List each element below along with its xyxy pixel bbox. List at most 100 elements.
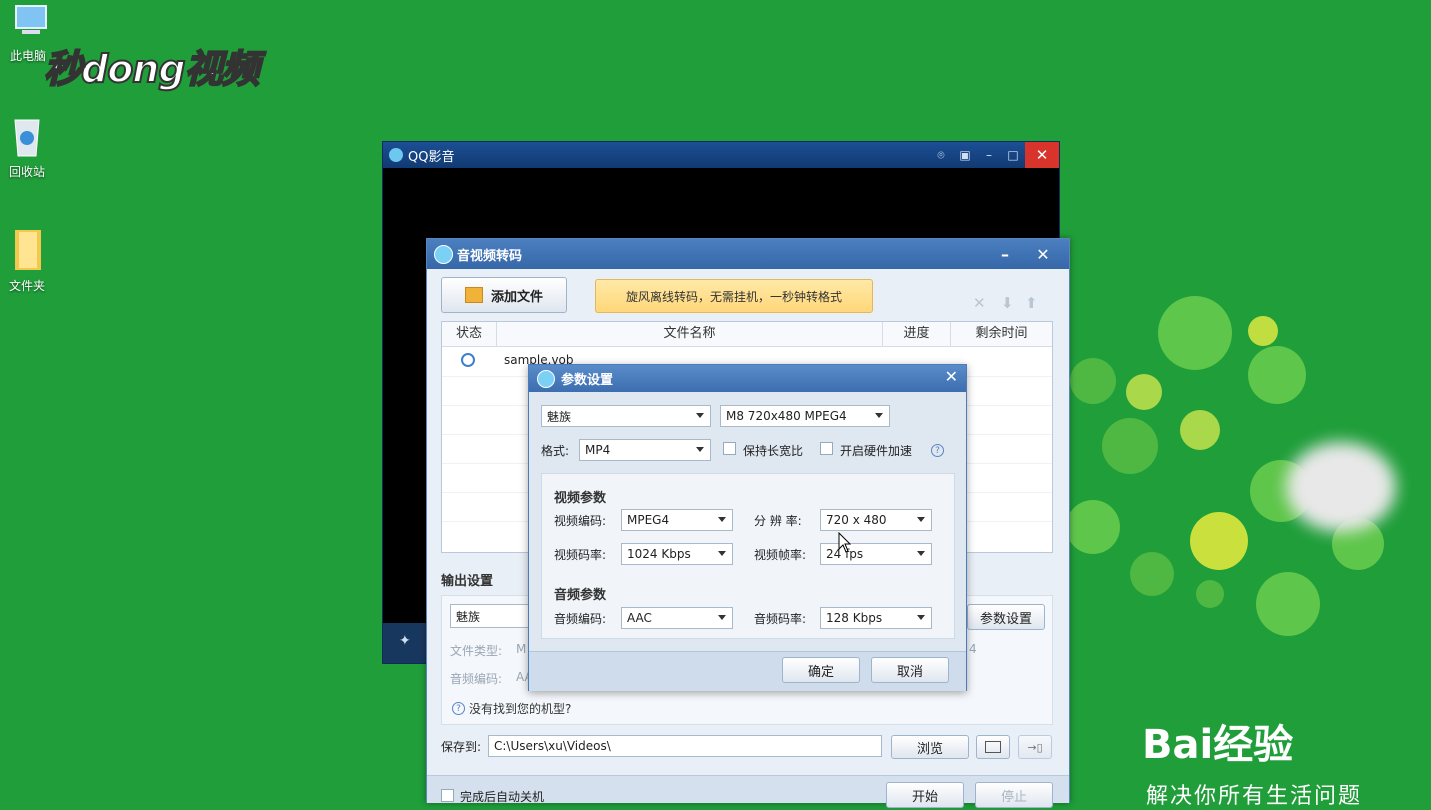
stop-button[interactable]: 停止	[975, 782, 1053, 808]
video-bitrate-select[interactable]: 1024 Kbps	[621, 543, 733, 565]
framerate-select[interactable]: 24 fps	[820, 543, 932, 565]
desktop-icon-folder[interactable]: 文件夹	[0, 226, 59, 294]
close-icon[interactable]: ✕	[1027, 239, 1059, 269]
format-label: 格式:	[541, 444, 570, 458]
open-folder-button[interactable]	[976, 735, 1010, 759]
output-device-select[interactable]: 魅族	[450, 604, 540, 628]
side-value: 4	[969, 642, 977, 656]
video-section-title: 视频参数	[554, 491, 607, 506]
export-device-button[interactable]: →▯	[1018, 735, 1052, 759]
help-icon[interactable]: ?	[931, 444, 944, 457]
model-value: M8 720x480 MPEG4	[726, 409, 847, 423]
column-header[interactable]: 状态	[442, 322, 497, 347]
transcoder-title: 音视频转码	[457, 248, 523, 264]
chevron-down-icon	[696, 413, 704, 418]
start-button[interactable]: 开始	[886, 782, 964, 808]
start-label: 开始	[911, 789, 938, 805]
params-panel: 视频参数 视频编码: MPEG4 分 辨 率: 720 x 480 视频码率: …	[541, 473, 955, 639]
keep-aspect-checkbox[interactable]	[723, 442, 736, 455]
qq-player-title: QQ影音	[408, 149, 455, 165]
folder-icon	[985, 741, 1001, 753]
save-path-value: C:\Users\xu\Videos\	[494, 739, 611, 753]
transcoder-logo-icon	[434, 245, 453, 264]
help-icon: ?	[452, 702, 465, 715]
device-value: 魅族	[547, 409, 572, 424]
mouse-cursor-icon	[838, 532, 852, 553]
format-value: MP4	[585, 443, 611, 457]
watermark-bottom-sub: 解决你所有生活问题	[1146, 784, 1363, 809]
close-icon[interactable]: ✕	[945, 367, 958, 386]
resolution-value: 720 x 480	[826, 513, 887, 527]
video-codec-label: 视频编码:	[554, 514, 607, 528]
add-file-button[interactable]: 添加文件	[441, 277, 567, 313]
promo-banner[interactable]: 旋风离线转码，无需挂机，一秒钟转格式	[595, 279, 873, 313]
audio-section-title: 音频参数	[554, 588, 607, 603]
export-icon: →▯	[1027, 740, 1043, 754]
watermark-bottom-text: Bai经验	[1142, 722, 1294, 768]
close-icon[interactable]: ✕	[1025, 142, 1059, 168]
cancel-label: 取消	[896, 664, 923, 680]
auto-shutdown-label: 完成后自动关机	[460, 790, 545, 804]
output-settings-title: 输出设置	[441, 574, 494, 589]
qq-logo-icon	[389, 148, 403, 162]
audio-codec-select[interactable]: AAC	[621, 607, 733, 629]
audio-bitrate-label: 音频码率:	[754, 612, 807, 626]
minimize-icon[interactable]: –	[989, 239, 1021, 269]
chevron-down-icon	[917, 551, 925, 556]
chevron-down-icon	[718, 551, 726, 556]
move-down-icon[interactable]: ⬇	[1001, 294, 1014, 312]
params-settings-label: 参数设置	[979, 611, 1032, 627]
column-header[interactable]: 文件名称	[497, 322, 883, 347]
resolution-select[interactable]: 720 x 480	[820, 509, 932, 531]
resolution-label: 分 辨 率:	[754, 514, 802, 528]
recycle-bin-icon	[14, 119, 40, 157]
browse-label: 浏览	[916, 741, 943, 757]
audio-bitrate-select[interactable]: 128 Kbps	[820, 607, 932, 629]
params-dialog: 参数设置 ✕ 魅族 M8 720x480 MPEG4 格式: MP4 保持长宽比…	[528, 364, 967, 691]
chevron-down-icon	[696, 447, 704, 452]
qq-player-bottom-bar: ✦	[383, 623, 427, 663]
audio-codec-value: AAC	[627, 611, 652, 625]
model-select[interactable]: M8 720x480 MPEG4	[720, 405, 890, 427]
audio-codec-label: 音频编码:	[554, 612, 607, 626]
pin-icon[interactable]: ⌾	[929, 142, 953, 168]
move-up-icon[interactable]: ⬆	[1025, 294, 1038, 312]
transcoder-titlebar: 音视频转码 – ✕	[427, 239, 1069, 269]
chevron-down-icon	[718, 517, 726, 522]
ok-button[interactable]: 确定	[782, 657, 860, 683]
desktop-icon-label: 回收站	[8, 165, 45, 179]
format-select[interactable]: MP4	[579, 439, 711, 461]
params-dialog-titlebar: 参数设置 ✕	[529, 365, 966, 392]
audio-codec-label: 音频编码:	[450, 672, 503, 686]
minimize-icon[interactable]: –	[977, 142, 1001, 168]
folder-icon	[15, 230, 41, 270]
maximize-icon[interactable]: □	[1001, 142, 1025, 168]
chevron-down-icon	[917, 517, 925, 522]
video-codec-select[interactable]: MPEG4	[621, 509, 733, 531]
column-header[interactable]: 进度	[883, 322, 951, 347]
chevron-down-icon	[875, 413, 883, 418]
params-settings-button[interactable]: 参数设置	[967, 604, 1045, 630]
params-dialog-title: 参数设置	[561, 373, 614, 388]
decorative-graphic	[1060, 290, 1431, 680]
desktop-icon-recycle-bin[interactable]: 回收站	[0, 112, 59, 180]
device-select[interactable]: 魅族	[541, 405, 711, 427]
column-header[interactable]: 剩余时间	[951, 322, 1052, 347]
add-file-icon	[464, 287, 483, 303]
missing-model-link[interactable]: 没有找到您的机型?	[469, 700, 571, 717]
cancel-button[interactable]: 取消	[871, 657, 949, 683]
video-codec-value: MPEG4	[627, 513, 670, 527]
file-type-label: 文件类型:	[450, 644, 503, 658]
auto-shutdown-checkbox[interactable]	[441, 789, 454, 802]
file-type-value: M	[516, 642, 527, 656]
watermark-bottom: Bai经验	[1142, 712, 1293, 770]
browse-button[interactable]: 浏览	[891, 735, 969, 759]
delete-icon[interactable]: ✕	[973, 294, 986, 312]
chevron-down-icon	[917, 615, 925, 620]
light-icon[interactable]: ✦	[399, 633, 411, 649]
hw-accel-checkbox[interactable]	[820, 442, 833, 455]
clock-icon	[461, 353, 475, 367]
computer-icon	[15, 5, 47, 34]
mini-icon[interactable]: ▣	[953, 142, 977, 168]
save-path-input[interactable]: C:\Users\xu\Videos\	[488, 735, 882, 757]
